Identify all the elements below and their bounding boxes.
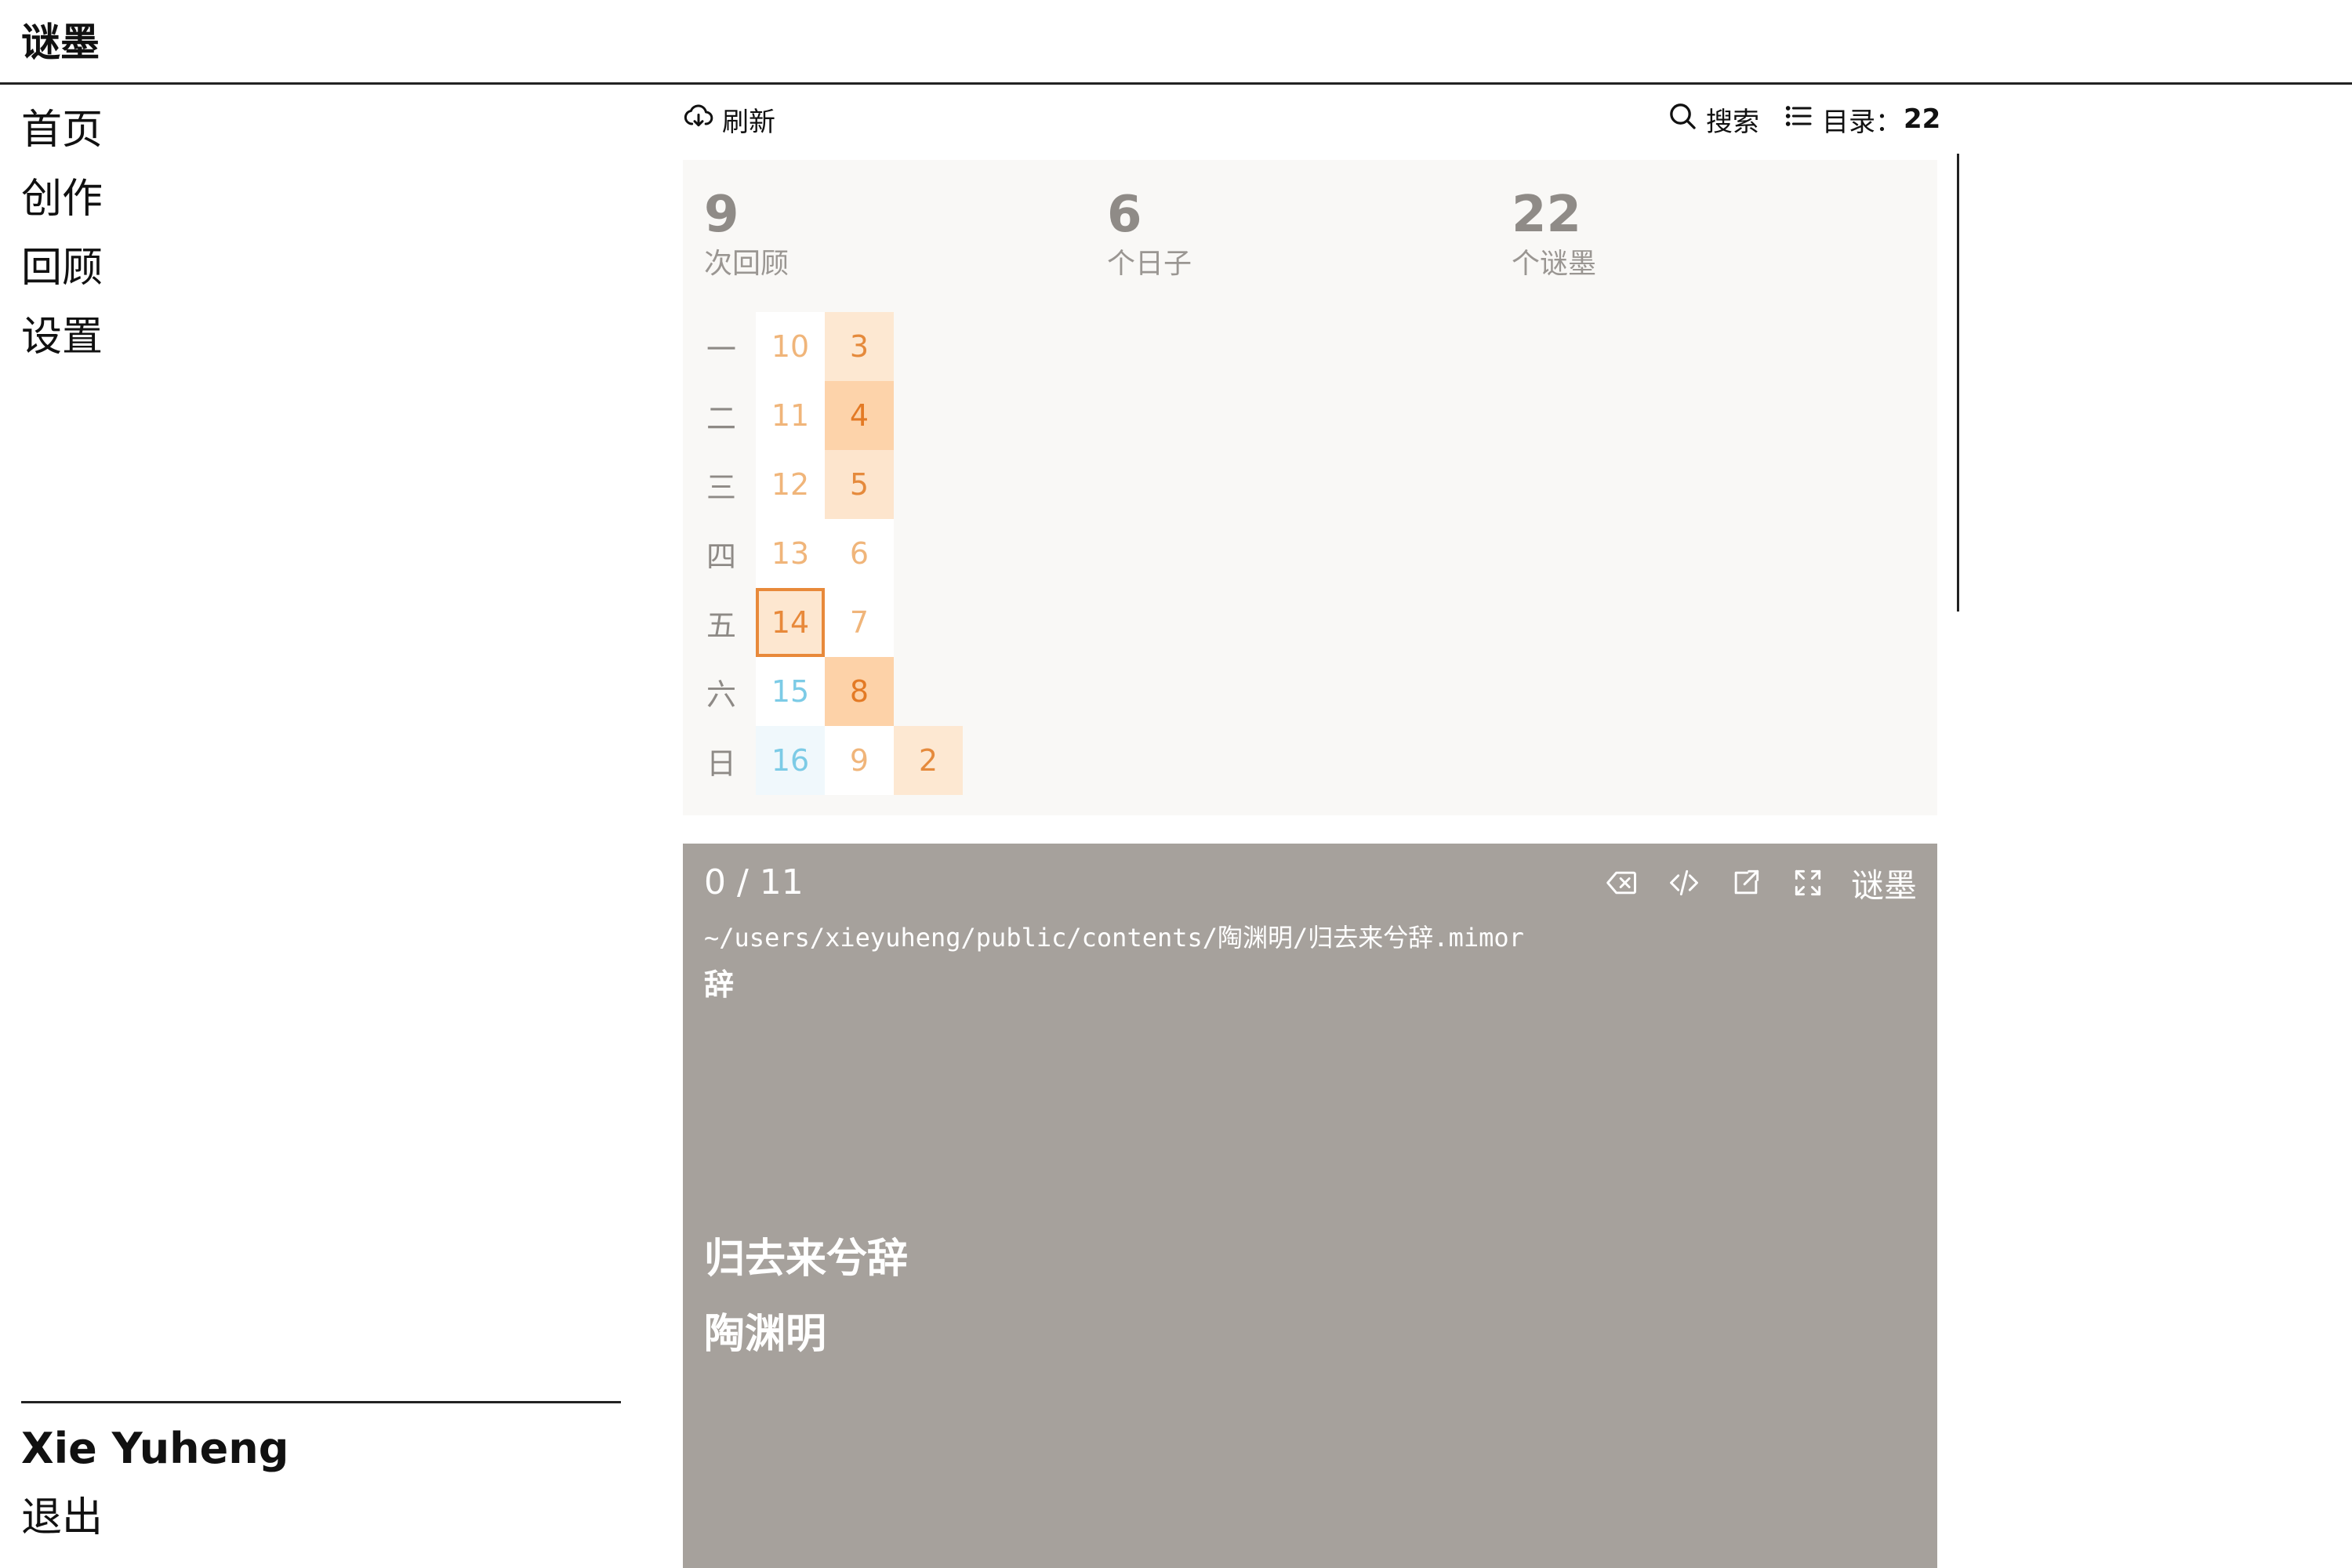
calendar-weekday: 六: [706, 677, 736, 712]
calendar-day[interactable]: 9: [825, 726, 894, 795]
sidebar-item-create[interactable]: 创作: [21, 168, 103, 230]
stat-label: 个谜墨: [1512, 248, 1597, 280]
stat-days: 6 个日子: [1107, 183, 1192, 282]
card-progress: 0 / 11: [704, 862, 804, 902]
stat-mimors: 22 个谜墨: [1512, 183, 1596, 282]
card-poem-author: 陶渊明: [704, 1311, 827, 1358]
external-link-icon[interactable]: [1727, 864, 1765, 902]
app-title[interactable]: 谜墨: [21, 11, 100, 74]
calendar-day[interactable]: 6: [825, 519, 894, 588]
calendar-weekday: 五: [706, 608, 736, 643]
sidebar-item-settings[interactable]: 设置: [21, 306, 103, 368]
toc-count: 22: [1904, 103, 1941, 135]
stat-label: 个日子: [1107, 248, 1192, 280]
calendar-weekday: 三: [706, 470, 736, 505]
backspace-icon[interactable]: [1603, 864, 1641, 902]
scroll-divider: [1957, 154, 1959, 612]
card-poem-title: 归去来兮辞: [704, 1236, 909, 1283]
toc-label: 目录：: [1822, 106, 1902, 138]
card-brand-link[interactable]: 谜墨: [1851, 859, 1917, 907]
card-file-path: ~/users/xieyuheng/public/contents/陶渊明/归去…: [704, 923, 1524, 953]
stat-label: 次回顾: [704, 248, 789, 280]
calendar-day[interactable]: 5: [825, 450, 894, 519]
fullscreen-icon[interactable]: [1789, 864, 1827, 902]
code-icon[interactable]: [1665, 864, 1703, 902]
calendar-day[interactable]: 16: [756, 726, 825, 795]
calendar-weekday: 日: [706, 746, 736, 781]
calendar-day[interactable]: 4: [825, 381, 894, 450]
calendar-day[interactable]: 7: [825, 588, 894, 657]
calendar-day[interactable]: 10: [756, 312, 825, 381]
card-heading: 辞: [704, 967, 735, 1002]
calendar-weekday: 一: [706, 332, 736, 367]
card-toolbar: 谜墨: [1603, 859, 1917, 906]
stat-reviews: 9 次回顾: [704, 183, 789, 282]
calendar-day[interactable]: 12: [756, 450, 825, 519]
stats-panel: 9 次回顾 6 个日子 22 个谜墨 一二三四五六日 10 11 12 13 14 15 16…: [683, 160, 1937, 815]
app-header: 谜墨: [0, 0, 2352, 85]
user-name: Xie Yuheng: [21, 1424, 289, 1473]
calendar-day[interactable]: 3: [825, 312, 894, 381]
stat-value: 6: [1107, 186, 1142, 244]
calendar-day[interactable]: 13: [756, 519, 825, 588]
list-icon: [1783, 100, 1822, 139]
calendar-day[interactable]: 11: [756, 381, 825, 450]
sidebar-item-home[interactable]: 首页: [21, 99, 103, 162]
calendar-day-today[interactable]: 14: [756, 588, 825, 657]
calendar-day[interactable]: 15: [756, 657, 825, 726]
stat-value: 9: [704, 186, 739, 244]
activity-calendar: 一二三四五六日 10 11 12 13 14 15 16 3 4 5 6 7 8 9 2: [687, 312, 1157, 795]
review-card[interactable]: 0 / 11 谜墨 ~/users/xieyuheng/public/conte…: [683, 844, 1937, 1568]
calendar-day[interactable]: 2: [894, 726, 963, 795]
refresh-button[interactable]: 刷新: [683, 96, 775, 143]
refresh-label: 刷新: [722, 106, 775, 138]
calendar-weekday: 二: [706, 401, 736, 436]
search-label: 搜索: [1706, 106, 1759, 138]
cloud-download-icon: [683, 100, 722, 139]
calendar-weekday: 四: [706, 539, 736, 574]
search-button[interactable]: 搜索: [1667, 96, 1759, 143]
search-icon: [1667, 100, 1706, 139]
toc-button[interactable]: 目录： 22: [1783, 96, 1940, 143]
calendar-day[interactable]: 8: [825, 657, 894, 726]
logout-button[interactable]: 退出: [21, 1486, 103, 1549]
sidebar-divider: [21, 1401, 621, 1403]
stat-value: 22: [1512, 186, 1582, 244]
sidebar-item-review[interactable]: 回顾: [21, 237, 103, 299]
